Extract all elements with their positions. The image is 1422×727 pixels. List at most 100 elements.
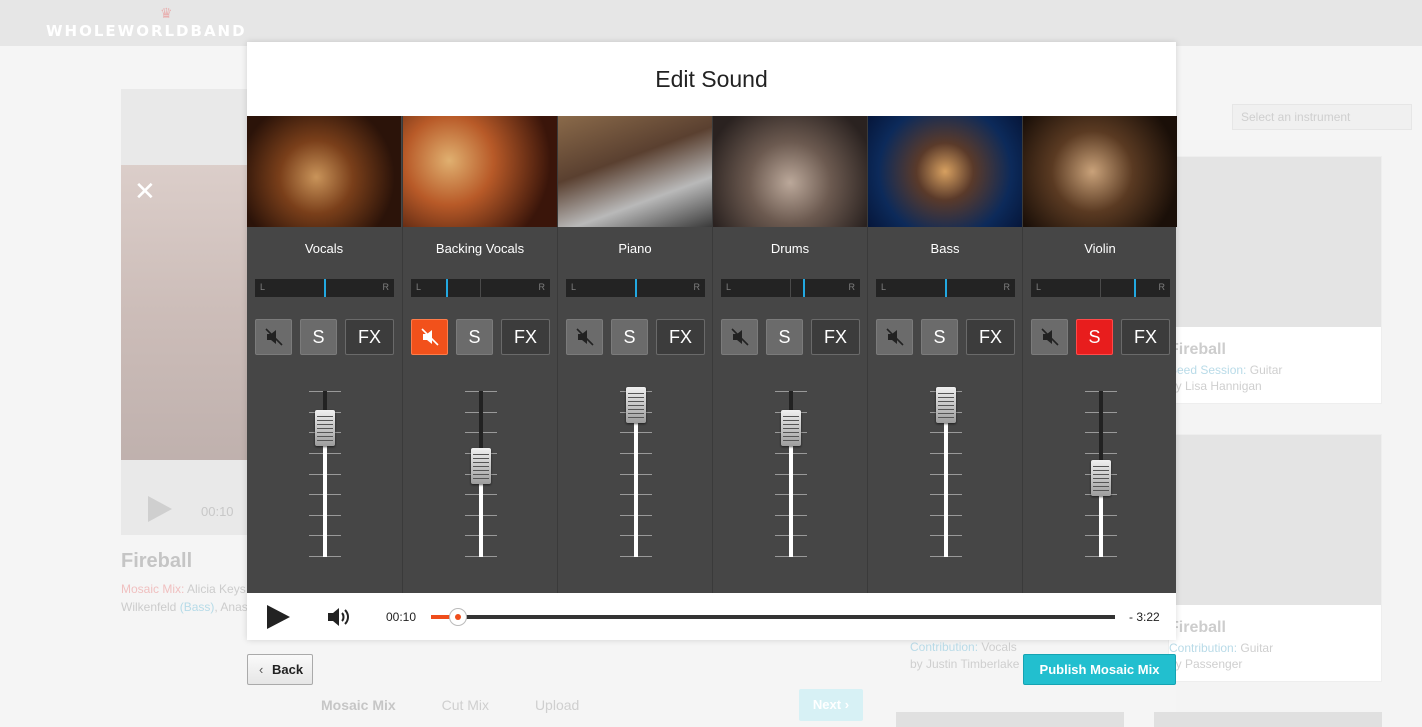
progress-bar[interactable]: [431, 608, 1115, 626]
current-time: 00:10: [386, 610, 417, 624]
solo-button[interactable]: S: [921, 319, 958, 355]
drums-photo: [713, 116, 867, 227]
volume-fader[interactable]: [775, 391, 807, 557]
solo-button[interactable]: S: [300, 319, 337, 355]
card-photo: [1169, 157, 1381, 327]
pan-slider[interactable]: LR: [411, 279, 550, 297]
volume-fader[interactable]: [465, 391, 497, 557]
background-play-icon[interactable]: [148, 496, 172, 522]
volume-fader[interactable]: [309, 391, 341, 557]
play-icon[interactable]: [267, 605, 290, 629]
background-time: 00:10: [201, 504, 234, 519]
back-button[interactable]: ‹ Back: [247, 654, 313, 685]
pan-left-label: L: [881, 282, 887, 292]
logo[interactable]: WHOLEWORLDBAND: [46, 22, 247, 40]
volume-icon[interactable]: [326, 606, 354, 628]
thumbnail[interactable]: [896, 712, 1124, 727]
piano-photo: [558, 116, 712, 227]
fx-button[interactable]: FX: [656, 319, 705, 355]
fader-knob[interactable]: [471, 448, 491, 484]
fader-knob[interactable]: [781, 410, 801, 446]
step-upload: Upload: [534, 697, 580, 713]
fader-knob[interactable]: [936, 387, 956, 423]
channel-backing-vocals: Backing Vocals L R S FX: [402, 116, 557, 593]
channel-violin: Violin L R S FX: [1022, 116, 1177, 593]
pan-slider[interactable]: LR: [1031, 279, 1170, 297]
contribution-meta: Contribution: Vocals: [910, 640, 1017, 654]
mute-button[interactable]: [255, 319, 292, 355]
session-card[interactable]: Fireball Contribution: Guitar by Passeng…: [1168, 434, 1382, 682]
fx-button[interactable]: FX: [811, 319, 860, 355]
fader-knob[interactable]: [626, 387, 646, 423]
solo-button[interactable]: S: [766, 319, 803, 355]
top-bar: ♛ WHOLEWORLDBAND: [0, 0, 1422, 46]
next-button[interactable]: Next ›: [799, 689, 863, 721]
pan-left-label: L: [260, 282, 266, 292]
mute-icon: [1041, 328, 1059, 346]
card-artist: by Passenger: [1169, 657, 1243, 671]
pan-slider[interactable]: LR: [876, 279, 1015, 297]
pan-left-label: L: [571, 282, 577, 292]
bass-photo: [868, 116, 1022, 227]
volume-fader[interactable]: [1085, 391, 1117, 557]
fader-knob[interactable]: [1091, 460, 1111, 496]
close-icon[interactable]: ✕: [134, 176, 156, 207]
card-photo: [1169, 435, 1381, 605]
mute-button[interactable]: [876, 319, 913, 355]
fader-knob[interactable]: [315, 410, 335, 446]
pan-right-label: R: [1158, 282, 1166, 292]
step-mosaic-mix: Mosaic Mix: [321, 697, 396, 713]
remaining-time: - 3:22: [1129, 610, 1160, 624]
pan-left-label: L: [1036, 282, 1042, 292]
edit-sound-modal: Edit Sound Vocals L R S FX Backing Vocals L R S F…: [247, 42, 1177, 640]
fx-button[interactable]: FX: [501, 319, 550, 355]
pan-indicator[interactable]: [945, 279, 947, 297]
pan-slider[interactable]: LR: [566, 279, 705, 297]
session-card[interactable]: Fireball Seed Session: Guitar by Lisa Ha…: [1168, 156, 1382, 404]
card-artist: by Lisa Hannigan: [1169, 379, 1262, 393]
song-title: Fireball: [121, 550, 193, 572]
card-meta: Seed Session: Guitar: [1169, 363, 1283, 377]
pan-right-label: R: [848, 282, 856, 292]
fx-button[interactable]: FX: [1121, 319, 1170, 355]
modal-title: Edit Sound: [655, 66, 768, 92]
mute-button[interactable]: [566, 319, 603, 355]
solo-button[interactable]: S: [1076, 319, 1113, 355]
pan-indicator[interactable]: [635, 279, 637, 297]
channel-name: Violin: [1084, 241, 1116, 256]
vocals-photo: [247, 116, 401, 227]
thumbnail[interactable]: [1154, 712, 1382, 727]
pan-indicator[interactable]: [1134, 279, 1136, 297]
mute-icon: [421, 328, 439, 346]
channel-drums: Drums L R S FX: [712, 116, 867, 593]
step-cut-mix: Cut Mix: [441, 697, 490, 713]
volume-fader[interactable]: [620, 387, 652, 557]
fx-button[interactable]: FX: [345, 319, 394, 355]
publish-mosaic-mix-button[interactable]: Publish Mosaic Mix: [1023, 654, 1176, 685]
solo-button[interactable]: S: [611, 319, 648, 355]
pan-indicator[interactable]: [803, 279, 805, 297]
channel-name: Piano: [618, 241, 652, 256]
right-column: Fireball Seed Session: Guitar by Lisa Ha…: [1168, 140, 1422, 727]
channel-bass: Bass L R S FX: [867, 116, 1022, 593]
pan-indicator[interactable]: [446, 279, 448, 297]
pan-right-label: R: [693, 282, 701, 292]
pan-left-label: L: [726, 282, 732, 292]
mute-button[interactable]: [721, 319, 758, 355]
pan-slider[interactable]: LR: [255, 279, 394, 297]
progress-handle[interactable]: [449, 608, 467, 626]
solo-button[interactable]: S: [456, 319, 493, 355]
pan-center-mark: [790, 279, 791, 297]
volume-fader[interactable]: [930, 387, 962, 557]
card-meta: Contribution: Guitar: [1169, 641, 1274, 655]
pan-indicator[interactable]: [324, 279, 326, 297]
mute-button[interactable]: [1031, 319, 1068, 355]
pan-slider[interactable]: LR: [721, 279, 860, 297]
chevron-left-icon: ‹: [259, 662, 264, 677]
fx-button[interactable]: FX: [966, 319, 1015, 355]
channel-name: Bass: [930, 241, 960, 256]
channel-vocals: Vocals L R S FX: [247, 116, 402, 593]
song-meta: Mosaic Mix: Alicia Keys: [121, 582, 246, 596]
instrument-select[interactable]: Select an instrument: [1232, 104, 1412, 130]
mute-button[interactable]: [411, 319, 448, 355]
